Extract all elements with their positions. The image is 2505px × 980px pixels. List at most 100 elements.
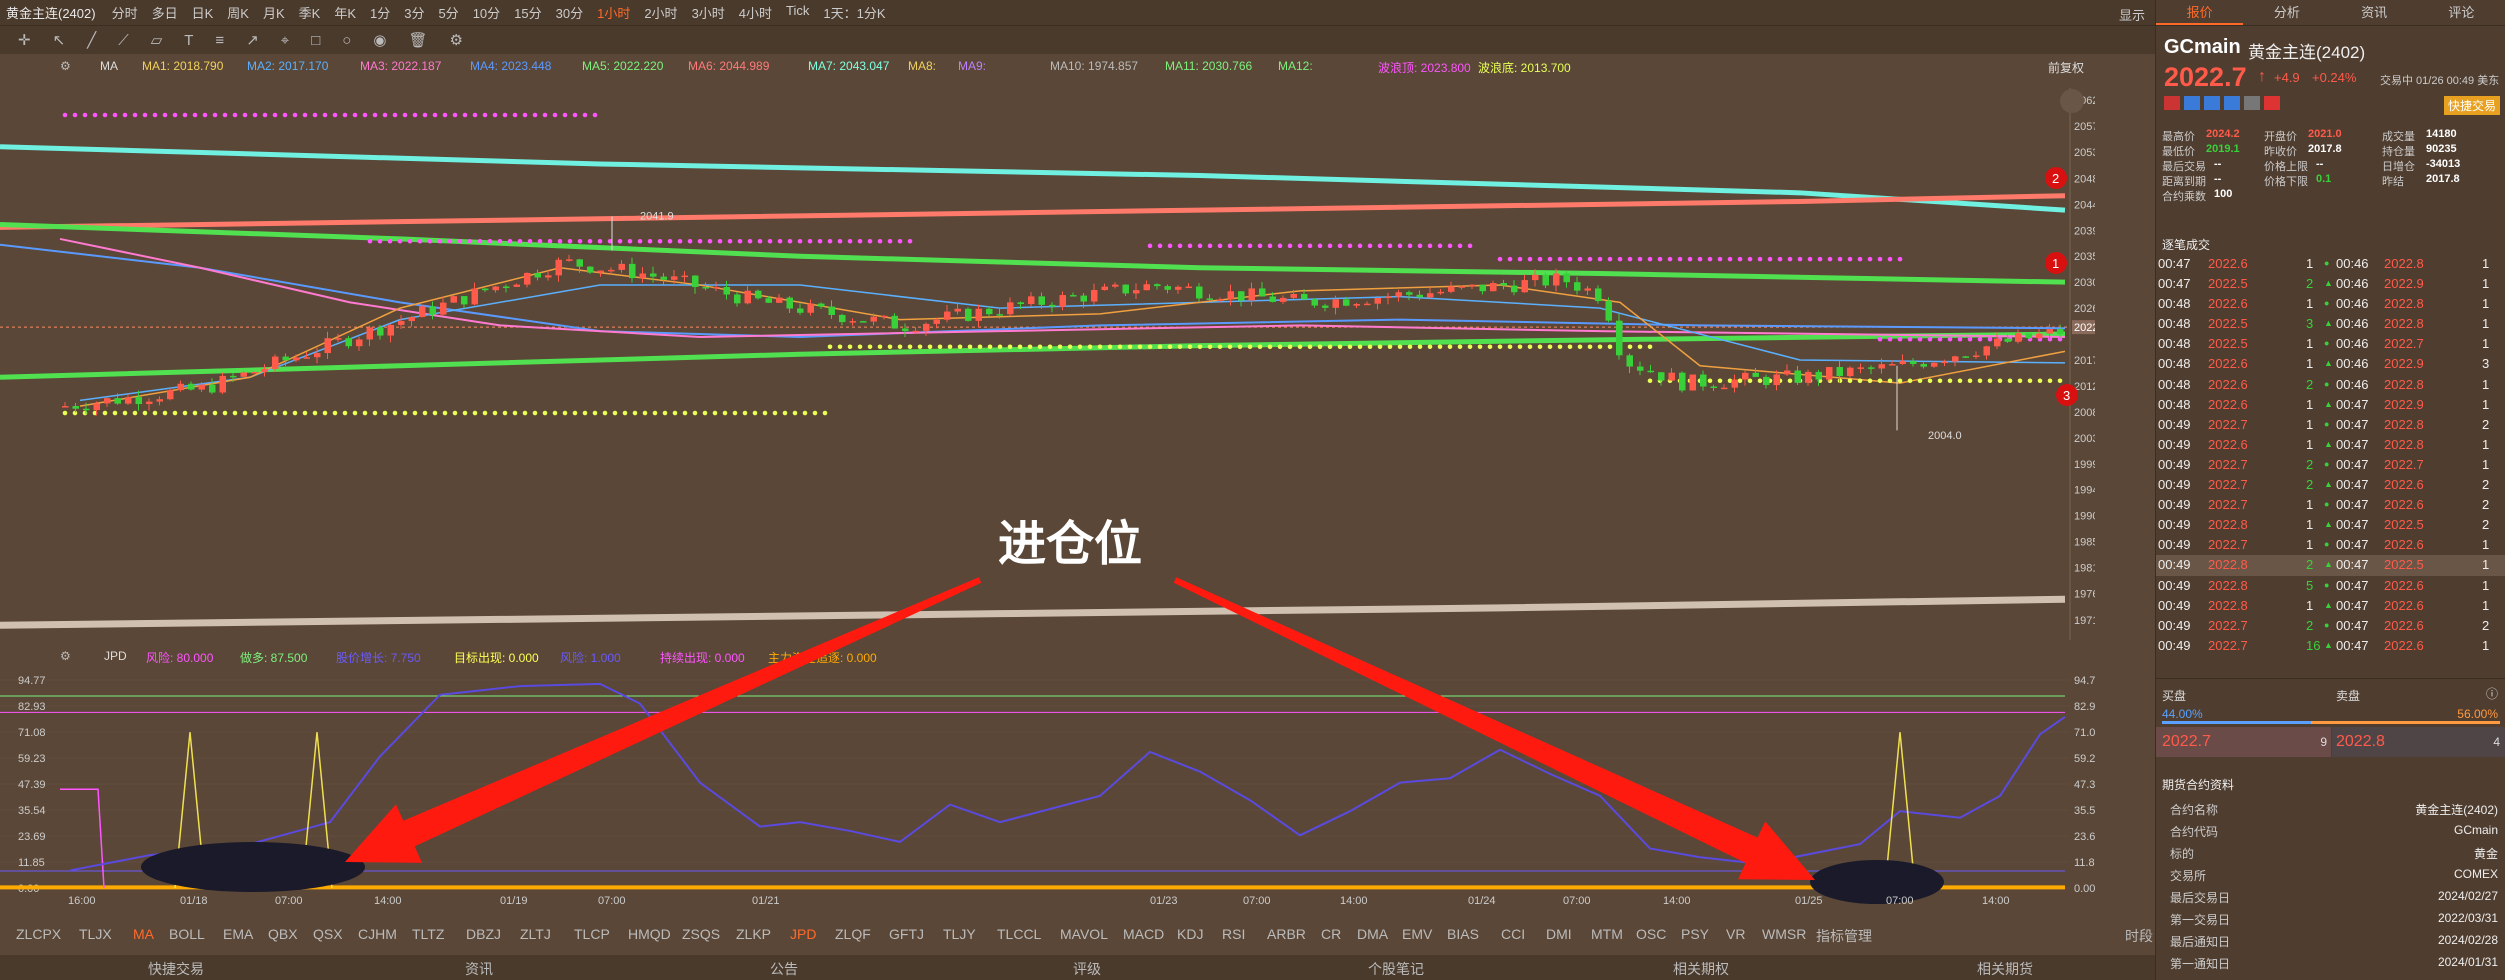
trade-row[interactable]: 00:47 2022.6 1 00:46 2022.8 1 ● (2156, 254, 2505, 274)
settings-icon[interactable]: ⚙ (60, 59, 71, 73)
trade-row[interactable]: 00:48 2022.6 2 00:46 2022.8 1 ● (2156, 375, 2505, 395)
bottom-nav-item[interactable]: 相关期权 (1673, 959, 1729, 979)
period-tab[interactable]: 5分 (438, 3, 458, 22)
trade-row[interactable]: 00:49 2022.8 1 00:47 2022.5 2 ▲ (2156, 515, 2505, 535)
bottom-nav-item[interactable]: 公告 (770, 959, 798, 979)
text-tool-icon[interactable]: T (184, 32, 193, 49)
bottom-nav-item[interactable]: 资讯 (465, 959, 493, 979)
heart-icon[interactable] (2264, 96, 2280, 110)
indicator-tab[interactable]: JPD (790, 926, 816, 942)
trade-row[interactable]: 00:49 2022.7 2 00:47 2022.7 1 ● (2156, 455, 2505, 475)
indicator-tab[interactable]: EMV (1402, 926, 1432, 942)
circle-tool-icon[interactable]: ○ (342, 32, 351, 49)
indicator-tab[interactable]: WMSR (1762, 926, 1806, 942)
indicator-tab[interactable]: TLCP (574, 926, 610, 942)
trade-row[interactable]: 00:49 2022.7 16 00:47 2022.6 1 ▲ (2156, 636, 2505, 656)
trade-row[interactable]: 00:49 2022.7 1 00:47 2022.6 2 ● (2156, 495, 2505, 515)
indicator-tab[interactable]: ZLTJ (520, 926, 551, 942)
indicator-tab[interactable]: QSX (313, 926, 343, 942)
trade-row[interactable]: 00:48 2022.6 1 00:47 2022.9 1 ▲ (2156, 395, 2505, 415)
price-adjust-label[interactable]: 前复权 (2048, 59, 2084, 76)
indicator-tab[interactable]: ZSQS (682, 926, 720, 942)
trade-row[interactable]: 00:47 2022.5 2 00:46 2022.9 1 ▲ (2156, 274, 2505, 294)
trade-row[interactable]: 00:49 2022.6 1 00:47 2022.8 1 ▲ (2156, 435, 2505, 455)
indicator-tab[interactable]: MAVOL (1060, 926, 1108, 942)
eye-icon[interactable]: ◉ (373, 31, 386, 49)
arrow-tool-icon[interactable]: ↗ (246, 31, 259, 49)
indicator-tab[interactable]: CCI (1501, 926, 1525, 942)
bottom-nav-item[interactable]: 评级 (1073, 959, 1101, 979)
indicator-tab[interactable]: OSC (1636, 926, 1666, 942)
period-tab[interactable]: 季K (299, 3, 321, 22)
crosshair-icon[interactable]: ✛ (18, 31, 31, 49)
indicator-tab[interactable]: BIAS (1447, 926, 1479, 942)
trade-row[interactable]: 00:48 2022.6 1 00:46 2022.9 3 ▲ (2156, 354, 2505, 374)
indicator-tab[interactable]: MACD (1123, 926, 1164, 942)
indicator-tab[interactable]: ZLKP (736, 926, 771, 942)
indicator-tab[interactable]: QBX (268, 926, 298, 942)
time-label[interactable]: 时段 (2125, 926, 2153, 946)
contract-title[interactable]: 黄金主连(2402) (6, 3, 96, 22)
period-tab[interactable]: 月K (263, 3, 285, 22)
trade-row[interactable]: 00:49 2022.7 2 00:47 2022.6 2 ▲ (2156, 475, 2505, 495)
indicator-tab[interactable]: MA (133, 926, 154, 942)
bottom-nav-item[interactable]: 个股笔记 (1368, 959, 1424, 979)
period-tab[interactable]: 年K (334, 3, 356, 22)
period-tab[interactable]: 1分 (370, 3, 390, 22)
quick-trade-button[interactable]: 快捷交易 (2444, 96, 2501, 115)
period-tab[interactable]: 2小时 (644, 3, 677, 22)
indicator-tab[interactable]: PSY (1681, 926, 1709, 942)
channel-tool-icon[interactable]: ▱ (151, 31, 163, 49)
indicator-tab[interactable]: DMA (1357, 926, 1388, 942)
trade-row[interactable]: 00:49 2022.7 1 00:47 2022.6 1 ● (2156, 535, 2505, 555)
trade-row[interactable]: 00:48 2022.5 1 00:46 2022.7 1 ● (2156, 334, 2505, 354)
display-menu[interactable]: 显示 (2119, 5, 2145, 24)
indicator-tab[interactable]: CR (1321, 926, 1341, 942)
trade-row[interactable]: 00:48 2022.6 1 00:46 2022.8 1 ● (2156, 294, 2505, 314)
bottom-nav-item[interactable]: 快捷交易 (148, 959, 204, 979)
indicator-tab[interactable]: HMQD (628, 926, 671, 942)
quote-tab[interactable]: 资讯 (2331, 0, 2418, 25)
indicator-tab[interactable]: GFTJ (889, 926, 924, 942)
indicator-tab[interactable]: BOLL (169, 926, 205, 942)
trade-row[interactable]: 00:49 2022.8 1 00:47 2022.6 1 ▲ (2156, 596, 2505, 616)
bottom-nav-item[interactable]: 相关期货 (1977, 959, 2033, 979)
period-tab[interactable]: 周K (227, 3, 249, 22)
period-tab[interactable]: 4小时 (739, 3, 772, 22)
cursor-icon[interactable]: ↖ (53, 31, 66, 49)
period-tab[interactable]: Tick (786, 3, 809, 22)
indicator-tab[interactable]: ARBR (1267, 926, 1306, 942)
indicator-tab[interactable]: ZLQF (835, 926, 871, 942)
period-tab[interactable]: 15分 (514, 3, 541, 22)
indicator-tab[interactable]: TLCCL (997, 926, 1041, 942)
period-tab[interactable]: 30分 (556, 3, 583, 22)
trade-row[interactable]: 00:49 2022.7 2 00:47 2022.6 2 ● (2156, 616, 2505, 636)
settings-icon[interactable]: ⚙ (60, 649, 71, 663)
trades-list[interactable]: 00:47 2022.6 1 00:46 2022.8 1 ● 00:47 2022.5 2 00:… (2156, 254, 2505, 656)
trade-row[interactable]: 00:49 2022.8 2 00:47 2022.5 1 ▲ (2156, 555, 2505, 576)
ray-tool-icon[interactable]: ⟋ (118, 32, 129, 49)
trash-icon[interactable]: 🗑 (408, 31, 427, 49)
info-icon[interactable]: ⓘ (2486, 685, 2498, 702)
indicator-tab[interactable]: TLJX (79, 926, 112, 942)
period-tab[interactable]: 3小时 (692, 3, 725, 22)
indicator-tab[interactable]: 指标管理 (1816, 926, 1872, 946)
period-tab[interactable]: 多日 (152, 3, 178, 22)
indicator-tab[interactable]: ZLCPX (16, 926, 61, 942)
indicator-tab[interactable]: TLJY (943, 926, 976, 942)
indicator-tab[interactable]: EMA (223, 926, 253, 942)
settings-icon[interactable]: ⚙ (449, 31, 462, 49)
trade-row[interactable]: 00:49 2022.8 5 00:47 2022.6 1 ● (2156, 576, 2505, 596)
indicator-tab[interactable]: DMI (1546, 926, 1572, 942)
jpd-indicator-chart[interactable]: 94.77 94.77 82.93 82.93 71.08 71.08 59.23 59.23… (0, 666, 2095, 906)
trade-row[interactable]: 00:48 2022.5 3 00:46 2022.8 1 ▲ (2156, 314, 2505, 334)
period-tab[interactable]: 日K (192, 3, 214, 22)
line-tool-icon[interactable]: ╱ (87, 31, 96, 49)
quote-tab[interactable]: 评论 (2418, 0, 2505, 25)
indicator-tab[interactable]: VR (1726, 926, 1745, 942)
indicator-tab[interactable]: CJHM (358, 926, 397, 942)
indicator-tab[interactable]: MTM (1591, 926, 1623, 942)
indicator-tab[interactable]: KDJ (1177, 926, 1203, 942)
period-tab[interactable]: 1天：1分K (823, 3, 885, 22)
measure-tool-icon[interactable]: ⌖ (281, 32, 289, 49)
